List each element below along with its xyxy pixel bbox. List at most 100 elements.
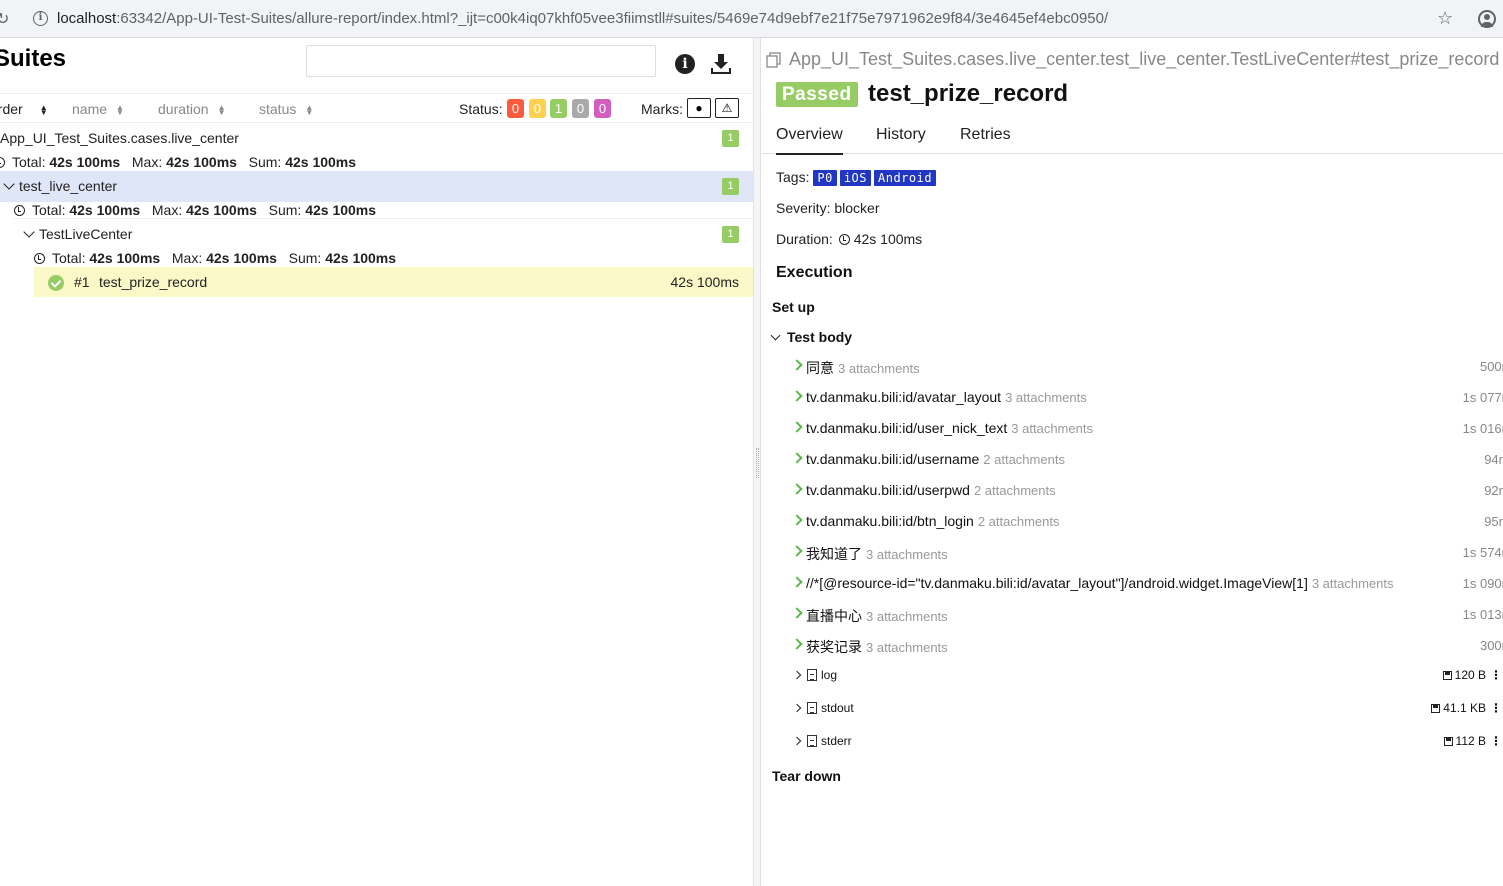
step-name: tv.danmaku.bili:id/avatar_layout [806,389,1002,405]
class-count-badge: 1 [722,226,739,243]
chevron-right-icon [791,514,803,526]
search-input[interactable] [306,45,656,77]
sort-duration[interactable]: duration ▲ ▼ [158,101,226,117]
test-full-name: App_UI_Test_Suites.cases.live_center.tes… [789,49,1500,69]
step-duration: 95ms [1484,514,1503,529]
more-icon[interactable]: ⋮ [1490,734,1502,748]
step-name: tv.danmaku.bili:id/userpwd [806,482,970,498]
step-row[interactable]: 我知道了 3 attachments 1s 574ms [791,539,1503,567]
clock-icon [838,234,850,245]
bookmark-star-icon[interactable]: ☆ [1437,8,1453,29]
status-filter-broken[interactable]: 0 [529,99,546,118]
chevron-right-icon [792,670,802,680]
step-row[interactable]: 直播中心 3 attachments 1s 013ms [791,601,1503,629]
tags-row: Tags: P0 iOS Android [776,169,939,186]
tree-suite-row[interactable]: App_UI_Test_Suites.cases.live_center 1 [0,126,753,150]
sort-duration-label: duration [158,101,209,117]
step-row[interactable]: 获奖记录 3 attachments 300ms [791,632,1503,660]
tag-badge: Android [874,170,937,186]
address-bar[interactable]: localhost:63342/App-UI-Test-Suites/allur… [57,10,1108,27]
download-icon[interactable] [709,52,733,76]
sort-name-label: name [72,101,108,117]
save-icon[interactable] [1442,671,1452,680]
step-attachments: 2 attachments [973,483,1056,498]
tag-badge: iOS [839,170,871,186]
test-case-row[interactable]: #1 test_prize_record 42s 100ms [34,267,753,297]
tree-class-row[interactable]: TestLiveCenter 1 [0,222,753,246]
tree-module-row[interactable]: test_live_center 1 [0,171,753,202]
teardown-stage[interactable]: Tear down [772,768,841,784]
tags-label: Tags: [776,169,810,185]
bomb-icon[interactable]: ● [687,98,711,118]
attachment-row[interactable]: log 120 B ⋮ [792,665,1503,689]
tab-history[interactable]: History [876,126,926,144]
splitter-grip[interactable] [756,448,759,478]
chevron-right-icon [791,390,803,402]
step-row[interactable]: 同意 3 attachments 500ms [791,353,1503,381]
url-host: localhost [57,10,117,27]
duration-value: 42s 100ms [853,231,923,247]
tab-overview[interactable]: Overview [776,126,843,155]
teardown-label: Tear down [772,768,841,784]
warning-icon[interactable]: ⚠ [715,98,739,118]
info-icon[interactable]: i [675,54,695,74]
step-attachments: 3 attachments [866,547,948,562]
status-filter-passed[interactable]: 1 [550,99,567,118]
attachment-size: 120 B [1454,668,1486,682]
status-filter-unknown[interactable]: 0 [594,99,611,118]
setup-stage[interactable]: Set up [772,299,815,315]
marks-filter-label: Marks: [641,101,683,117]
sort-name[interactable]: name ▲ ▼ [72,101,124,117]
clock-icon [0,157,5,168]
step-name: tv.danmaku.bili:id/user_nick_text [806,420,1008,436]
sort-status[interactable]: status ▲ ▼ [259,101,313,117]
save-icon[interactable] [1431,704,1441,713]
step-row[interactable]: tv.danmaku.bili:id/avatar_layout 3 attach… [791,384,1503,412]
status-filter-failed[interactable]: 0 [507,99,524,118]
step-duration: 1s 090ms [1462,576,1503,591]
step-duration: 1s 574ms [1462,545,1503,560]
suite-count-badge: 1 [722,130,739,147]
setup-label: Set up [772,299,815,315]
page-title: test_prize_record [868,80,1069,107]
chevron-right-icon [791,576,803,588]
attachment-row[interactable]: stderr 112 B ⋮ [792,731,1503,755]
clock-icon [14,205,25,216]
step-attachments: 2 attachments [983,452,1065,467]
step-attachments: 3 attachments [1005,390,1087,405]
test-body-stage[interactable]: Test body [770,329,852,345]
account-icon[interactable] [1478,10,1496,28]
test-duration: 42s 100ms [670,274,739,290]
step-row[interactable]: tv.danmaku.bili:id/username 2 attachments… [791,446,1503,474]
status-badge: Passed [776,82,858,107]
url-path: :63342/App-UI-Test-Suites/allure-report/… [116,10,1109,27]
clock-icon [34,253,45,264]
sort-arrows-icon: ▲ ▼ [217,103,226,118]
sort-order[interactable]: order ▲▼ [0,101,48,117]
divider [14,218,753,219]
status-filter-skipped[interactable]: 0 [572,99,589,118]
detail-tabs: Overview History Retries [762,118,1503,155]
step-attachments: 3 attachments [838,361,920,376]
more-icon[interactable]: ⋮ [1490,701,1502,715]
pane-splitter[interactable] [754,38,761,886]
step-row[interactable]: tv.danmaku.bili:id/user_nick_text 3 attac… [791,415,1503,443]
step-row[interactable]: tv.danmaku.bili:id/btn_login 2 attachment… [791,508,1503,536]
copy-icon[interactable] [766,52,782,68]
class-name: TestLiveCenter [39,226,133,242]
site-info-icon[interactable]: i [33,11,48,26]
reload-icon[interactable]: ↻ [0,9,9,29]
tab-retries[interactable]: Retries [960,126,1011,144]
save-icon[interactable] [1443,737,1453,746]
tag-badge: P0 [813,170,837,186]
step-row[interactable]: tv.danmaku.bili:id/userpwd 2 attachments … [791,477,1503,505]
attachment-row[interactable]: stdout 41.1 KB ⋮ [792,698,1503,722]
chevron-right-icon [792,703,802,713]
more-icon[interactable]: ⋮ [1490,668,1502,682]
step-attachments: 3 attachments [866,609,948,624]
step-duration: 1s 016ms [1462,421,1503,436]
chevron-down-icon [23,226,35,238]
step-row[interactable]: //*[@resource-id="tv.danmaku.bili:id/ava… [791,570,1503,598]
attachment-name: stderr [821,734,852,748]
sort-status-label: status [259,101,297,117]
